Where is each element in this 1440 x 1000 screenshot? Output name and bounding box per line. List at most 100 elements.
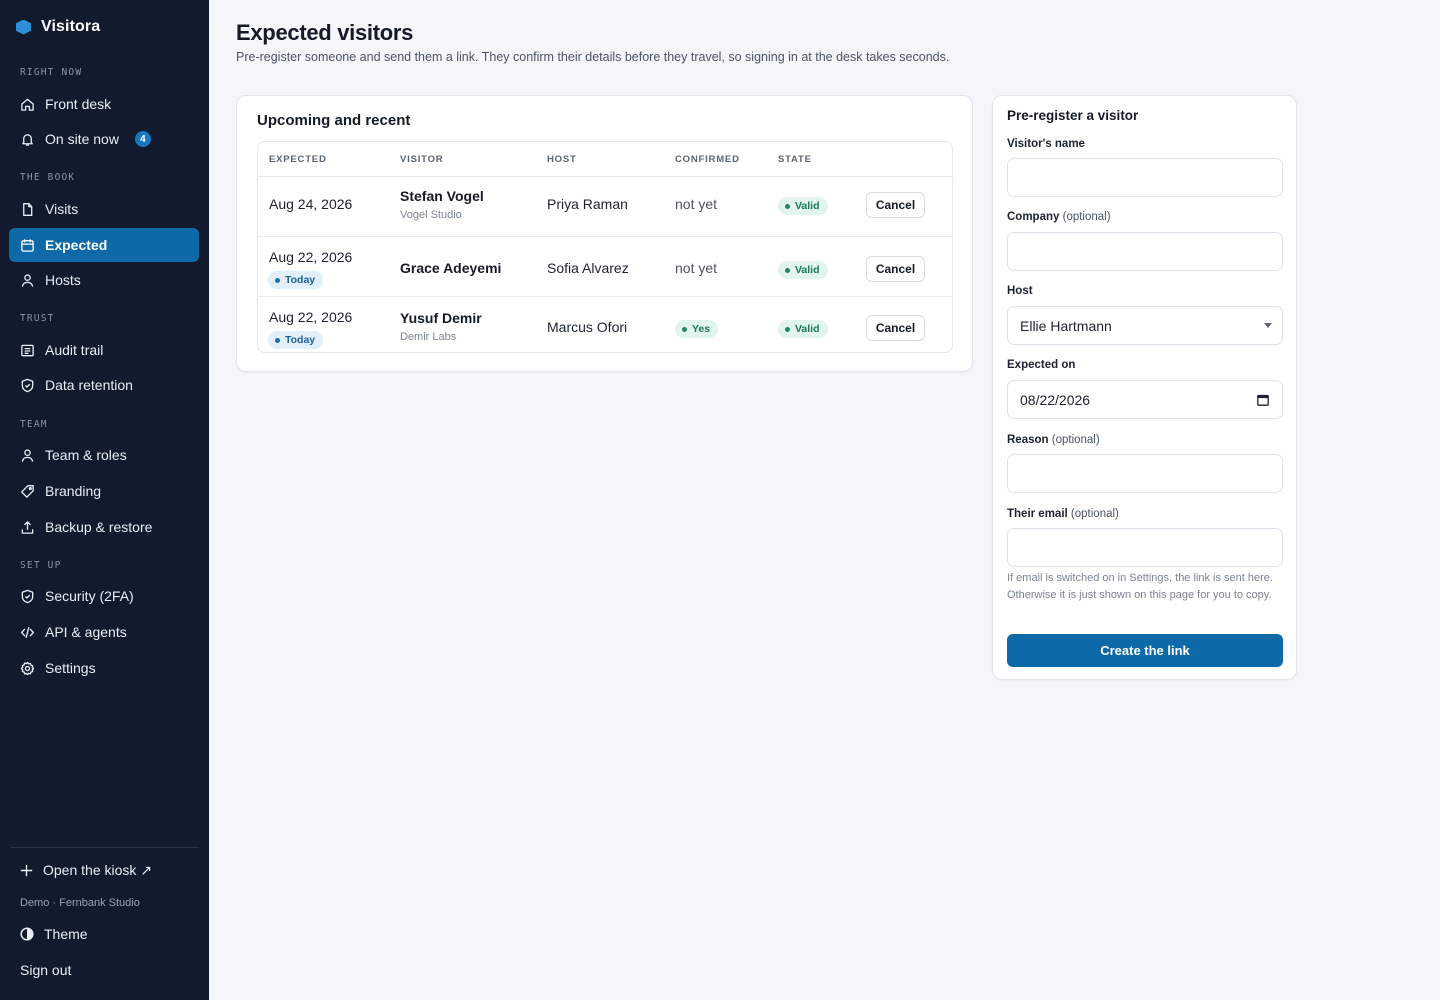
document-icon <box>23 202 33 216</box>
confirmed-value: not yet <box>675 260 718 276</box>
section-label-the-book: THE BOOK <box>20 172 76 183</box>
plus-icon <box>20 864 33 877</box>
user-icon <box>21 448 34 462</box>
sidebar: Visitora RIGHT NOW Front desk On site no… <box>0 0 209 1000</box>
home-icon <box>21 98 34 111</box>
gear-icon <box>20 661 35 675</box>
create-link-button[interactable]: Create the link <box>1007 634 1283 667</box>
sidebar-item-data-retention[interactable]: Data retention <box>9 368 199 402</box>
cancel-button[interactable]: Cancel <box>866 192 925 218</box>
cancel-button[interactable]: Cancel <box>866 315 925 341</box>
visitor-name: Yusuf Demir <box>400 310 482 326</box>
chevron-down-icon <box>1264 323 1272 328</box>
company-label: Company (optional) <box>1007 211 1111 223</box>
brand[interactable]: Visitora <box>16 16 100 38</box>
status-badge: Valid <box>778 261 828 279</box>
open-kiosk-link[interactable]: Open the kiosk ↗ <box>20 862 152 879</box>
sidebar-item-on-site-now[interactable]: On site now 4 <box>9 122 199 156</box>
email-label: Their email (optional) <box>1007 508 1119 520</box>
section-label-right-now: RIGHT NOW <box>20 67 83 78</box>
column-header-confirmed: CONFIRMED <box>675 154 740 165</box>
today-badge: Today <box>268 331 324 349</box>
sidebar-divider <box>10 847 199 848</box>
theme-toggle[interactable]: Theme <box>20 926 88 942</box>
cancel-button[interactable]: Cancel <box>866 256 925 282</box>
page-subtitle: Pre-register someone and send them a lin… <box>236 50 950 64</box>
sidebar-item-label: Data retention <box>45 377 133 393</box>
list-icon <box>21 344 34 356</box>
visitor-company: Demir Labs <box>400 331 457 343</box>
visitor-name-input[interactable] <box>1007 158 1283 197</box>
reason-label: Reason (optional) <box>1007 434 1100 446</box>
sidebar-item-label: On site now <box>45 131 119 147</box>
pre-register-form: Pre-register a visitor Visitor's name Co… <box>992 95 1297 680</box>
reason-label-text: Reason <box>1007 434 1049 446</box>
tag-icon <box>21 484 34 498</box>
calendar-icon[interactable] <box>1257 394 1269 406</box>
section-label-team: TEAM <box>20 419 48 430</box>
optional-hint: (optional) <box>1051 434 1100 446</box>
status-label: Valid <box>795 323 820 335</box>
sidebar-item-label: Backup & restore <box>45 519 153 535</box>
expected-date: Aug 22, 2026 <box>269 249 353 265</box>
sidebar-item-expected[interactable]: Expected <box>9 228 199 262</box>
date-value: 08/22/2026 <box>1020 391 1091 408</box>
visitor-name: Stefan Vogel <box>400 188 484 204</box>
sidebar-item-api-agents[interactable]: API & agents <box>9 615 199 649</box>
visits-table: EXPECTED VISITOR HOST CONFIRMED STATE Au… <box>257 141 953 353</box>
code-icon <box>21 626 34 638</box>
sign-out-link[interactable]: Sign out <box>20 962 71 978</box>
shield-icon <box>21 589 34 603</box>
sidebar-item-label: Expected <box>45 237 108 253</box>
section-label-set-up: SET UP <box>20 560 62 571</box>
sidebar-item-label: Security (2FA) <box>45 588 134 604</box>
table-header: EXPECTED VISITOR HOST CONFIRMED STATE <box>258 142 952 177</box>
page-title: Expected visitors <box>236 20 414 45</box>
section-label-trust: TRUST <box>20 313 55 324</box>
status-label: Valid <box>795 200 820 212</box>
calendar-icon <box>21 238 34 252</box>
sidebar-item-branding[interactable]: Branding <box>9 474 199 508</box>
column-header-state: STATE <box>778 154 812 165</box>
reason-input[interactable] <box>1007 454 1283 493</box>
status-dot <box>785 326 790 332</box>
host-name: Priya Raman <box>547 196 628 212</box>
sidebar-item-team-roles[interactable]: Team & roles <box>9 438 199 472</box>
status-dot <box>785 267 790 273</box>
sidebar-item-label: Visits <box>45 201 79 217</box>
sidebar-item-audit-trail[interactable]: Audit trail <box>9 333 199 367</box>
contrast-icon <box>20 927 34 941</box>
column-header-visitor: VISITOR <box>400 154 444 165</box>
sidebar-item-label: Hosts <box>45 272 81 288</box>
confirmed-badge: Yes <box>675 320 719 338</box>
status-label: Valid <box>795 264 820 276</box>
visitor-name: Grace Adeyemi <box>400 260 502 276</box>
sidebar-item-backup-restore[interactable]: Backup & restore <box>9 510 199 544</box>
status-dot <box>785 203 790 209</box>
status-badge: Valid <box>778 320 828 338</box>
email-input[interactable] <box>1007 528 1283 567</box>
table-row: Aug 24, 2026 Stefan Vogel Vogel Studio P… <box>258 177 952 237</box>
theme-label: Theme <box>44 926 88 942</box>
on-site-count-badge: 4 <box>134 131 151 147</box>
upcoming-visits-card: Upcoming and recent EXPECTED VISITOR HOS… <box>236 95 973 372</box>
sidebar-item-settings[interactable]: Settings <box>9 651 199 685</box>
sidebar-item-label: API & agents <box>45 624 127 640</box>
company-input[interactable] <box>1007 232 1283 271</box>
host-select[interactable]: Ellie Hartmann <box>1007 306 1283 345</box>
sidebar-item-label: Settings <box>45 660 96 676</box>
sidebar-item-visits[interactable]: Visits <box>9 192 199 226</box>
today-dot <box>275 277 280 283</box>
column-header-expected: EXPECTED <box>269 154 327 165</box>
sidebar-item-security[interactable]: Security (2FA) <box>9 579 199 613</box>
sidebar-item-front-desk[interactable]: Front desk <box>9 87 199 121</box>
host-select-value: Ellie Hartmann <box>1020 317 1112 334</box>
today-label: Today <box>285 274 316 286</box>
visitor-company: Vogel Studio <box>400 209 462 221</box>
optional-hint: (optional) <box>1070 508 1119 520</box>
sidebar-item-hosts[interactable]: Hosts <box>9 263 199 297</box>
expected-on-label: Expected on <box>1007 359 1076 371</box>
expected-on-date-input[interactable]: 08/22/2026 <box>1007 380 1283 419</box>
upload-icon <box>21 520 34 534</box>
email-help-text: If email is switched on in Settings, the… <box>1007 572 1273 601</box>
